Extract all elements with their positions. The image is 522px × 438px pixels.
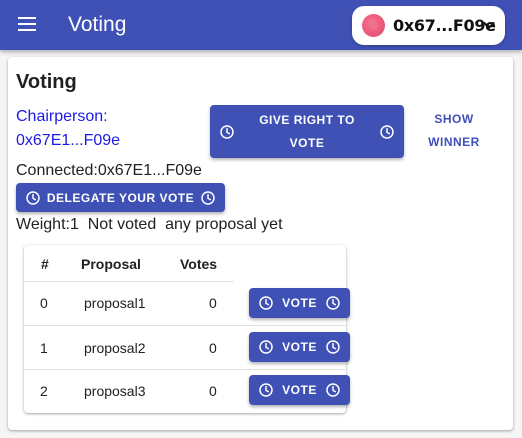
proposals-table: # Proposal Votes 0 proposal1 0 VOTE 1 pr… bbox=[24, 245, 350, 413]
show-winner-button[interactable]: SHOW WINNER bbox=[418, 108, 490, 155]
row-proposal: proposal3 bbox=[84, 383, 146, 399]
vote-label: VOTE bbox=[282, 296, 317, 310]
row-index: 1 bbox=[40, 340, 48, 356]
column-header-index: # bbox=[41, 256, 49, 272]
connected-status: Connected:0x67E1...F09e bbox=[16, 162, 202, 179]
give-right-to-vote-button[interactable]: GIVE RIGHT TO VOTE bbox=[210, 105, 404, 158]
clock-icon bbox=[379, 124, 395, 140]
row-proposal: proposal1 bbox=[84, 295, 146, 311]
clock-icon bbox=[200, 190, 216, 206]
column-header-proposal: Proposal bbox=[81, 256, 141, 272]
row-votes: 0 bbox=[209, 340, 217, 356]
give-right-label: GIVE RIGHT TO VOTE bbox=[259, 109, 355, 155]
row-votes: 0 bbox=[209, 383, 217, 399]
voting-card: Voting Chairperson: 0x67E1...F09e GIVE R… bbox=[8, 57, 513, 430]
clock-icon bbox=[258, 339, 274, 355]
delegate-vote-button[interactable]: DELEGATE YOUR VOTE bbox=[16, 183, 225, 212]
app-bar: Voting 0x67...F09e bbox=[0, 0, 522, 50]
clock-icon bbox=[325, 382, 341, 398]
divider bbox=[24, 281, 234, 282]
delegate-label: DELEGATE YOUR VOTE bbox=[46, 190, 195, 205]
menu-icon[interactable] bbox=[18, 17, 38, 33]
clock-icon bbox=[219, 124, 235, 140]
row-proposal: proposal2 bbox=[84, 340, 146, 356]
clock-icon bbox=[25, 190, 41, 206]
show-winner-line2: WINNER bbox=[428, 135, 480, 149]
column-header-votes: Votes bbox=[180, 256, 218, 272]
account-button[interactable]: 0x67...F09e bbox=[352, 6, 505, 45]
row-index: 2 bbox=[40, 383, 48, 399]
vote-button[interactable]: VOTE bbox=[249, 375, 350, 405]
voter-weight-status: Weight:1 Not voted any proposal yet bbox=[16, 216, 283, 233]
chairperson-address: 0x67E1...F09e bbox=[16, 132, 121, 149]
clock-icon bbox=[325, 295, 341, 311]
chairperson-label: Chairperson: bbox=[16, 108, 108, 125]
row-index: 0 bbox=[40, 295, 48, 311]
clock-icon bbox=[325, 339, 341, 355]
chevron-down-icon bbox=[483, 22, 495, 29]
vote-button[interactable]: VOTE bbox=[249, 332, 350, 362]
divider bbox=[24, 369, 346, 370]
clock-icon bbox=[258, 295, 274, 311]
vote-label: VOTE bbox=[282, 340, 317, 354]
avatar bbox=[362, 14, 385, 37]
show-winner-line1: SHOW bbox=[434, 112, 474, 126]
app-title: Voting bbox=[68, 13, 127, 36]
vote-label: VOTE bbox=[282, 383, 317, 397]
divider bbox=[24, 325, 346, 326]
vote-button[interactable]: VOTE bbox=[249, 288, 350, 318]
give-right-label-line1: GIVE RIGHT TO bbox=[259, 112, 355, 127]
give-right-label-line2: VOTE bbox=[289, 135, 325, 150]
page-title: Voting bbox=[16, 71, 77, 93]
clock-icon bbox=[258, 382, 274, 398]
row-votes: 0 bbox=[209, 295, 217, 311]
